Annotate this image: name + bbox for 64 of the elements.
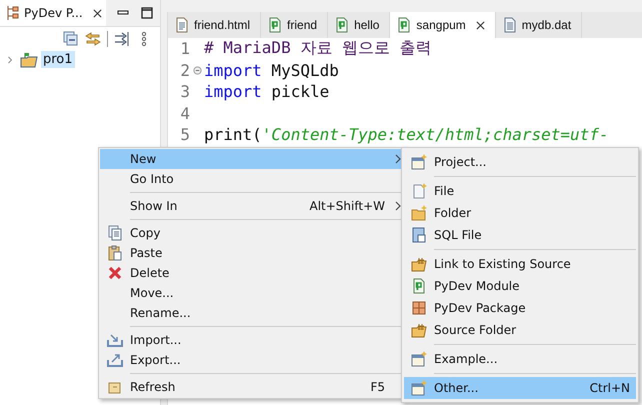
new-window-icon [411,154,427,170]
code-line: import pickle [204,82,330,102]
python-file-icon [396,17,412,33]
html-file-icon [174,17,190,33]
copy-icon [107,225,123,241]
new-file-icon [411,183,427,199]
menu-item[interactable]: Export... [100,350,405,370]
line-number: 5 [179,125,190,144]
menu-item[interactable]: PyDev Module [404,275,636,297]
python-file-icon [411,278,427,294]
python-file-icon [334,17,350,33]
package-icon [411,300,427,316]
line-number: 4 [179,104,190,123]
menu-item[interactable]: File [404,180,636,202]
menu-item[interactable]: Project... [404,151,636,173]
filter-arrows-icon[interactable] [114,31,130,47]
close-icon[interactable] [476,20,485,30]
link-arrows-icon[interactable] [85,31,101,47]
line-number: 3 [179,82,190,102]
line-number: 2 [179,60,190,80]
export-icon [107,352,123,368]
editor-tab[interactable]: mydb.dat [496,12,582,38]
fold-icon[interactable] [192,66,202,75]
project-folder-icon [20,52,38,68]
menu-item[interactable]: Other... Ctrl+N [404,377,636,399]
menu-item[interactable]: Delete [100,263,405,283]
new-window-icon [411,380,427,396]
editor-tab[interactable]: sangpum [390,12,496,38]
new-folder-icon [411,205,427,221]
new-window-icon [411,351,427,367]
collapsed-chevron-icon[interactable] [7,54,13,64]
code-line: import MySQLdb [204,60,339,80]
text-file-icon [502,17,518,33]
python-file-icon [267,17,284,33]
code-comment: # MariaDB 자료 웹으로 출력 [204,38,432,60]
collapse-all-icon[interactable] [63,31,79,47]
delete-icon [107,265,123,281]
menu-item[interactable]: Copy [100,223,405,243]
editor-tab[interactable]: friend [261,12,328,38]
menu-item[interactable]: Refresh F5 [100,377,405,397]
project-tree-item[interactable]: pro1 [41,51,75,68]
menu-item[interactable]: Rename... [100,303,405,323]
source-folder-icon [411,322,427,338]
view-tab[interactable]: PyDev P... [0,0,106,26]
clipboard-icon [107,245,123,261]
menu-item[interactable]: Paste [100,243,405,263]
menu-item[interactable]: Link to Existing Source [404,253,636,275]
menu-item[interactable]: Example... [404,348,636,370]
menu-item[interactable]: PyDev Package [404,297,636,319]
code-line: print('Content-Type:text/html;charset=utf- [204,125,609,144]
menu-item[interactable]: SQL File [404,224,636,246]
maximize-icon[interactable] [140,6,154,20]
source-folder-icon [411,256,427,272]
menu-item[interactable]: Import... [100,330,405,350]
editor-tab[interactable]: friend.html [168,12,262,38]
line-number: 1 [179,39,190,58]
menu-item[interactable]: Source Folder [404,319,636,341]
menu-item[interactable]: Folder [404,202,636,224]
menu-item[interactable]: Go Into [100,169,405,189]
close-icon[interactable] [92,8,102,18]
import-icon [107,332,123,348]
menu-item[interactable]: Move... [100,283,405,303]
menu-item[interactable]: Show In Alt+Shift+W [100,196,405,216]
sql-file-icon [411,227,427,243]
